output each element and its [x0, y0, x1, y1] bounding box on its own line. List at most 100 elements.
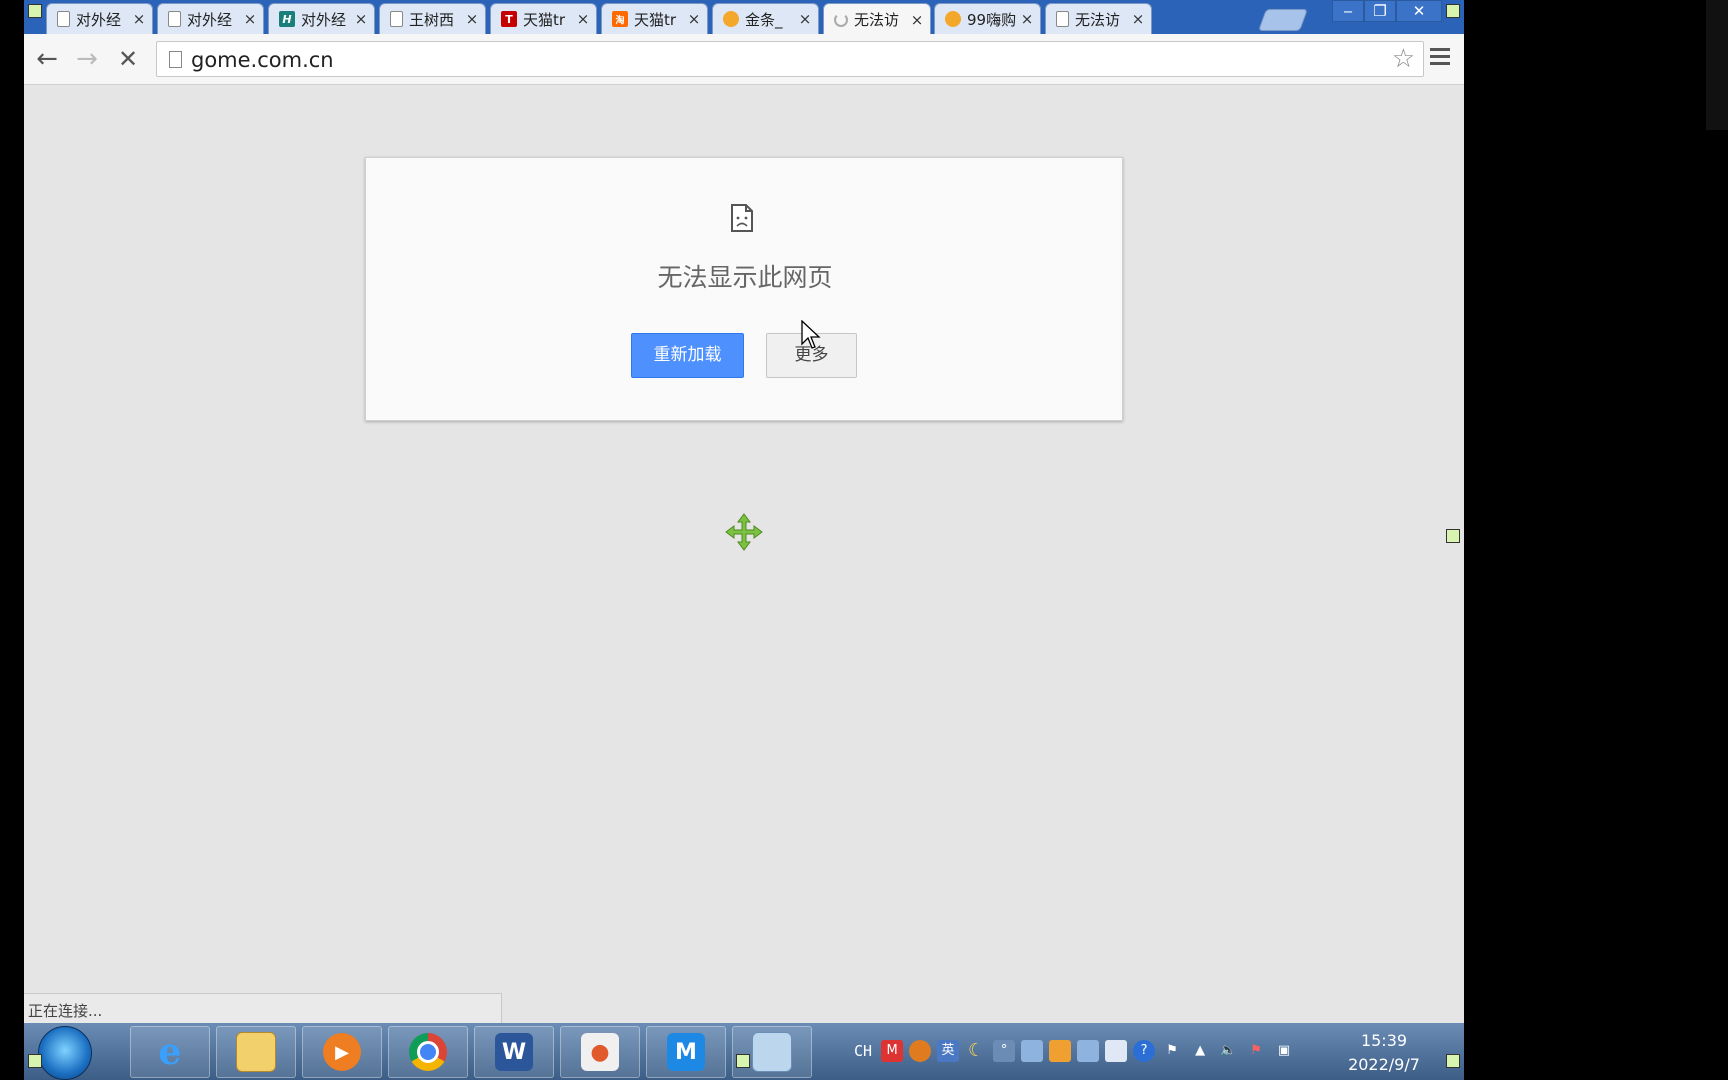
ime-english-icon[interactable]: 英: [937, 1040, 960, 1062]
restore-icon[interactable]: ❐: [1364, 0, 1396, 22]
tmall-cat-icon: [945, 11, 961, 27]
tab-7-active[interactable]: 无法访 ×: [823, 3, 931, 35]
page-icon: [390, 11, 403, 27]
media-player-icon: ▶: [323, 1033, 361, 1071]
maxthon-icon: M: [667, 1033, 705, 1071]
address-bar[interactable]: gome.com.cn ☆: [156, 41, 1424, 77]
notepad-taskbar-button[interactable]: [732, 1026, 812, 1078]
close-icon[interactable]: ×: [465, 10, 479, 28]
ime-m-icon[interactable]: M: [881, 1040, 904, 1062]
stop-loading-icon[interactable]: ✕: [113, 44, 143, 74]
start-button[interactable]: [38, 1026, 92, 1080]
close-icon[interactable]: ×: [910, 11, 924, 29]
tab-strip: 对外经 × 对外经 × H 对外经 × 王树西 × T 天猫tr × 淘 天猫t…: [24, 0, 1464, 35]
moon-icon[interactable]: ☾: [965, 1040, 987, 1062]
action-center-icon[interactable]: ⚑: [1245, 1040, 1267, 1062]
url-text: gome.com.cn: [191, 48, 334, 72]
notepad-icon: [752, 1032, 792, 1072]
skin-icon[interactable]: [1049, 1040, 1072, 1062]
system-tray: CH M 英 ☾ ° ? ⚑ ▲ 🔈 ⚑ ▣: [854, 1033, 1298, 1069]
time: 15:39: [1360, 1031, 1408, 1050]
close-icon[interactable]: ×: [132, 10, 146, 28]
toolbar: ← → ✕ gome.com.cn ☆: [24, 34, 1464, 85]
tab-9[interactable]: 无法访 ×: [1045, 3, 1152, 34]
word-taskbar-button[interactable]: W: [474, 1026, 554, 1078]
close-icon[interactable]: ×: [576, 10, 590, 28]
presentation-icon: ●: [581, 1033, 619, 1071]
tab-title: 天猫tr: [523, 10, 566, 29]
explorer-taskbar-button[interactable]: [216, 1026, 296, 1078]
punctuation-icon[interactable]: °: [993, 1040, 1016, 1062]
document-icon[interactable]: [1105, 1040, 1128, 1062]
tools-icon[interactable]: [1077, 1040, 1100, 1062]
resize-handle[interactable]: [1446, 529, 1460, 543]
tab-2[interactable]: H 对外经 ×: [268, 3, 375, 34]
file-explorer-icon: [236, 1032, 276, 1072]
clock[interactable]: 15:39 2022/9/7: [1344, 1029, 1424, 1077]
tab-title: 对外经: [301, 10, 347, 29]
sad-page-icon: [731, 204, 753, 232]
show-hidden-icons-icon[interactable]: ▲: [1189, 1040, 1211, 1062]
browser-window: 对外经 × 对外经 × H 对外经 × 王树西 × T 天猫tr × 淘 天猫t…: [24, 0, 1464, 1080]
ime-ball-icon[interactable]: [909, 1040, 932, 1062]
resize-handle[interactable]: [28, 1054, 42, 1068]
tab-title: 对外经: [76, 10, 122, 29]
chrome-icon: [409, 1033, 447, 1071]
language-indicator[interactable]: CH: [854, 1042, 872, 1060]
tab-title: 无法访: [854, 11, 900, 29]
page-icon: [1056, 11, 1069, 27]
bookmark-star-icon[interactable]: ☆: [1392, 44, 1415, 74]
resize-handle[interactable]: [736, 1054, 750, 1068]
flag-icon[interactable]: ⚑: [1161, 1040, 1183, 1062]
close-icon[interactable]: ×: [1020, 10, 1034, 28]
close-icon[interactable]: ×: [798, 10, 812, 28]
chrome-taskbar-button[interactable]: [388, 1026, 468, 1078]
presentation-taskbar-button[interactable]: ●: [560, 1026, 640, 1078]
move-cursor-icon: [725, 513, 763, 551]
tmall-icon: T: [501, 11, 517, 27]
forward-arrow-icon[interactable]: →: [72, 44, 102, 74]
tab-title: 99嗨购: [967, 10, 1016, 29]
tab-title: 天猫tr: [634, 10, 677, 29]
tab-4[interactable]: T 天猫tr ×: [490, 3, 597, 34]
mouse-pointer-icon: [801, 320, 821, 349]
page-icon: [169, 51, 182, 68]
tab-8[interactable]: 99嗨购 ×: [934, 3, 1041, 34]
minimize-icon[interactable]: ‒: [1332, 0, 1364, 22]
volume-icon[interactable]: 🔈: [1217, 1040, 1239, 1062]
tab-title: 无法访: [1075, 10, 1121, 29]
tab-5[interactable]: 淘 天猫tr ×: [601, 3, 708, 34]
page-icon: [57, 11, 70, 27]
close-icon[interactable]: ×: [1131, 10, 1145, 28]
close-icon[interactable]: ×: [243, 10, 257, 28]
tab-1[interactable]: 对外经 ×: [157, 3, 264, 34]
ie-taskbar-button[interactable]: e: [130, 1026, 210, 1078]
new-tab-button[interactable]: [1257, 9, 1309, 31]
maxthon-taskbar-button[interactable]: M: [646, 1026, 726, 1078]
back-arrow-icon[interactable]: ←: [32, 44, 62, 74]
loading-spinner-icon: [834, 12, 848, 27]
close-icon[interactable]: ×: [354, 10, 368, 28]
network-icon[interactable]: ▣: [1273, 1040, 1295, 1062]
status-bubble: 正在连接...: [24, 993, 502, 1023]
media-taskbar-button[interactable]: ▶: [302, 1026, 382, 1078]
tab-title: 金条_: [745, 10, 783, 29]
error-card: 无法显示此网页 重新加载 更多: [365, 157, 1123, 421]
reload-button[interactable]: 重新加载: [631, 333, 744, 378]
resize-handle[interactable]: [1446, 4, 1460, 18]
help-icon[interactable]: ?: [1133, 1040, 1156, 1062]
word-icon: W: [495, 1033, 533, 1071]
close-window-icon[interactable]: ✕: [1396, 0, 1442, 22]
page-icon: [168, 11, 181, 27]
keyboard-icon[interactable]: [1021, 1040, 1044, 1062]
resize-handle[interactable]: [1446, 1054, 1460, 1068]
close-icon[interactable]: ×: [687, 10, 701, 28]
resize-handle[interactable]: [28, 4, 42, 18]
tab-3[interactable]: 王树西 ×: [379, 3, 486, 34]
tab-6[interactable]: 金条_ ×: [712, 3, 819, 34]
edge-thumbnail: [1706, 0, 1728, 130]
ie-icon: e: [158, 1031, 182, 1073]
tab-0[interactable]: 对外经 ×: [46, 3, 153, 34]
taskbar: e ▶ W ● M CH M 英 ☾ ° ? ⚑ ▲ 🔈 ⚑ ▣ 15:39 2…: [24, 1023, 1464, 1080]
menu-icon[interactable]: [1430, 48, 1450, 69]
